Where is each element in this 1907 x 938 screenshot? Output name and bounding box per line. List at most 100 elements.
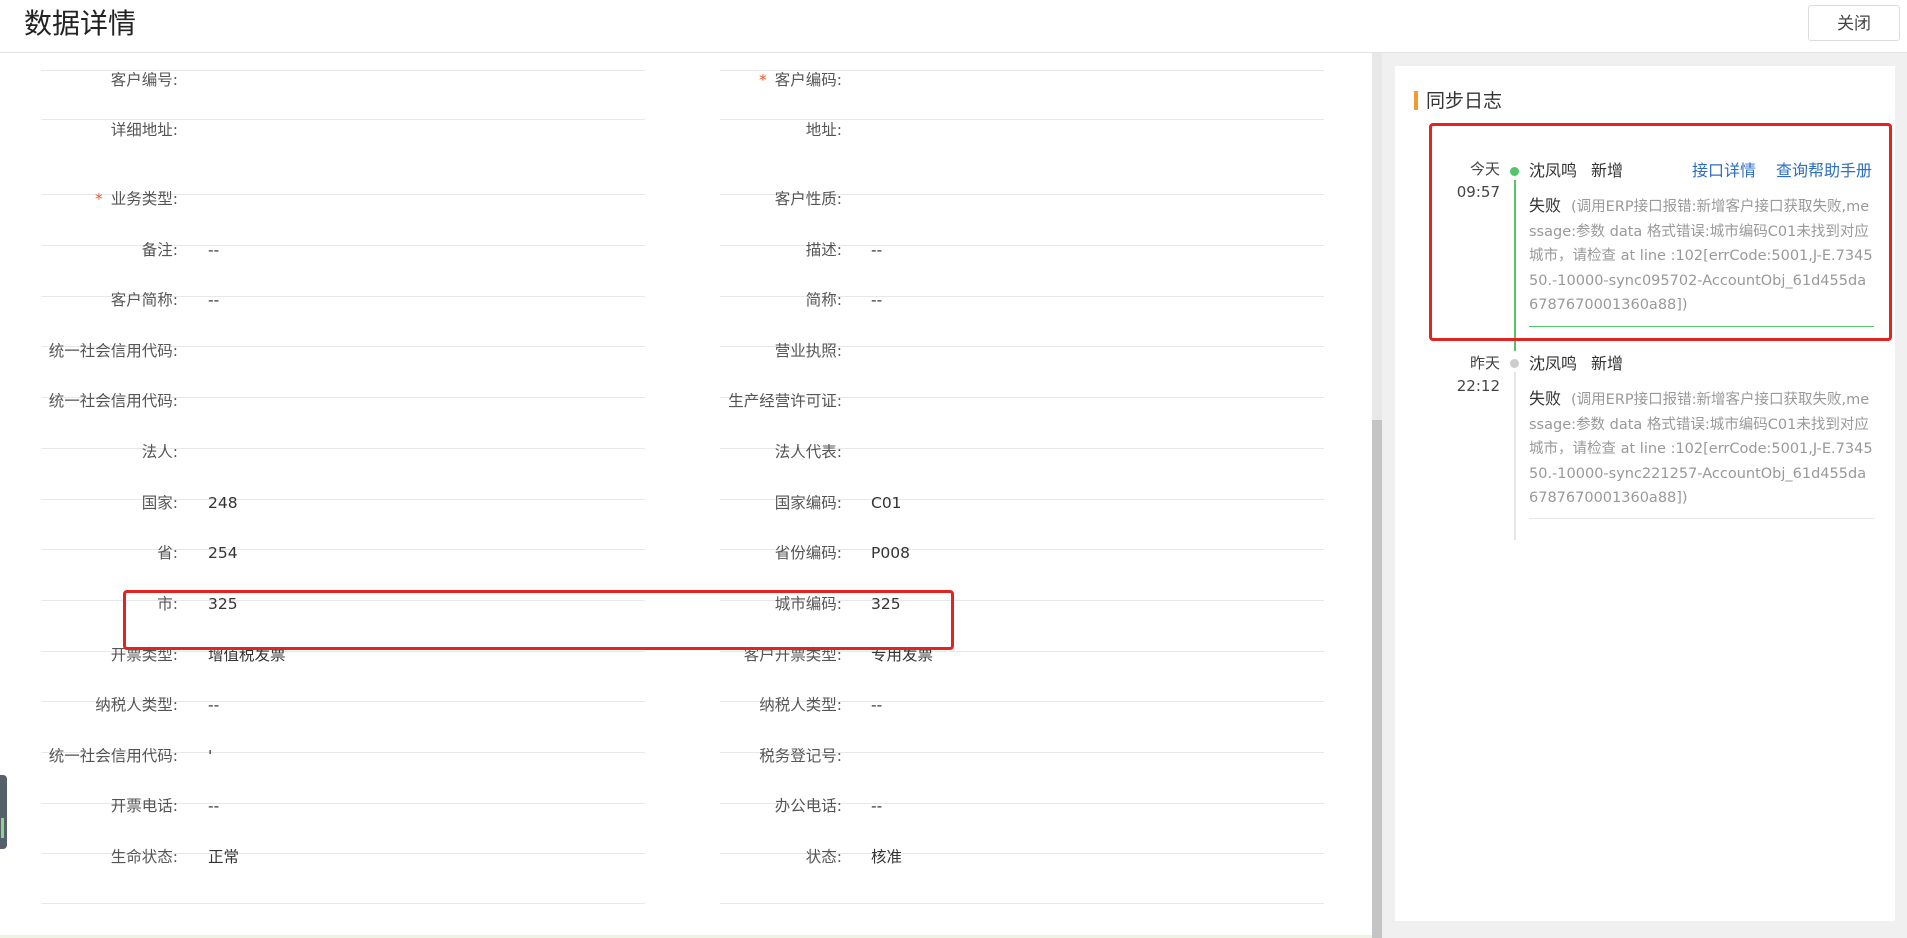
row-divider [41, 903, 645, 904]
row-divider [41, 549, 645, 550]
field-label: 城市编码: [775, 594, 842, 614]
field-label-text: 法人代表: [774, 443, 842, 461]
field-value: ' [208, 747, 213, 765]
field-label: 统一社会信用代码: [49, 391, 178, 411]
field-label: 简称: [806, 290, 842, 310]
status-dot-icon [1510, 359, 1519, 368]
field-label: 省: [157, 543, 178, 563]
field-label: 纳税人类型: [95, 695, 178, 715]
field-label: 市: [157, 594, 178, 614]
log-entry-user: 沈凤鸣 [1529, 161, 1578, 180]
sync-log-title: 同步日志 [1426, 90, 1503, 112]
field-label: 国家编码: [775, 493, 842, 513]
field-label-text: 客户开票类型: [743, 646, 842, 664]
page-header: 数据详情 关闭 [0, 0, 1907, 53]
field-label: 营业执照: [775, 341, 842, 361]
timeline-line [1514, 372, 1516, 540]
field-value: 核准 [871, 848, 903, 866]
field-value: -- [871, 696, 883, 714]
row-divider [41, 499, 645, 500]
field-label: 生命状态: [111, 847, 178, 867]
row-divider [41, 448, 645, 449]
row-divider [41, 70, 645, 71]
timeline-line [1514, 180, 1516, 351]
field-value: -- [871, 797, 883, 815]
field-label-text: 省份编码: [774, 544, 842, 562]
field-label: 办公电话: [775, 796, 842, 816]
field-value: -- [871, 241, 883, 259]
page-title: 数据详情 [24, 7, 137, 40]
log-entry-message: 失败 (调用ERP接口报错:新增客户接口获取失败,message:参数 data … [1529, 194, 1874, 318]
field-value: P008 [871, 544, 910, 562]
field-value: 248 [208, 494, 238, 512]
status-dot-icon [1510, 167, 1519, 176]
close-button[interactable]: 关闭 [1808, 5, 1900, 41]
indicator-icon [1, 818, 4, 838]
log-entry-detail: (调用ERP接口报错:新增客户接口获取失败,message:参数 data 格式… [1529, 199, 1873, 313]
field-label-text: 备注: [141, 241, 178, 259]
field-value: 增值税发票 [208, 646, 286, 664]
field-label-text: 状态: [805, 848, 842, 866]
field-label-text: 简称: [805, 291, 842, 309]
field-label: 开票电话: [111, 796, 178, 816]
required-marker: * [759, 71, 767, 89]
field-label: * 客户编码: [759, 70, 842, 90]
field-value: C01 [871, 494, 902, 512]
field-label: 地址: [806, 120, 842, 140]
field-label: 省份编码: [775, 543, 842, 563]
field-label-text: 国家: [141, 494, 178, 512]
field-label: * 业务类型: [95, 189, 178, 209]
field-label-text: 统一社会信用代码: [48, 342, 178, 360]
field-label-text: 开票类型: [110, 646, 178, 664]
log-entry-status: 失败 [1529, 196, 1562, 215]
scrollbar-thumb[interactable] [1372, 420, 1382, 938]
field-label-text: 法人: [141, 443, 178, 461]
field-label: 状态: [806, 847, 842, 867]
help-manual-link[interactable]: 查询帮助手册 [1776, 160, 1872, 182]
field-label-text: 统一社会信用代码: [48, 392, 178, 410]
field-label: 客户开票类型: [744, 645, 842, 665]
field-value: -- [871, 291, 883, 309]
field-label: 法人: [142, 442, 178, 462]
field-label: 备注: [142, 240, 178, 260]
field-label: 税务登记号: [759, 746, 842, 766]
field-label: 统一社会信用代码: [49, 341, 178, 361]
field-label: 详细地址: [111, 120, 178, 140]
field-value: -- [208, 797, 220, 815]
field-label-text: 客户编码: [774, 71, 842, 89]
field-label-text: 营业执照: [774, 342, 842, 360]
field-label-text: 客户编号: [110, 71, 178, 89]
field-value: 正常 [208, 848, 240, 866]
section-accent-bar [1414, 91, 1418, 110]
field-label-text: 地址: [805, 121, 842, 139]
log-entry-action: 新增 [1591, 354, 1624, 373]
field-value: -- [208, 291, 220, 309]
field-label: 生产经营许可证: [728, 391, 842, 411]
field-label-text: 城市编码: [774, 595, 842, 613]
detail-form: 客户编号: * 客户编码: 详细地址: 地址: * 业务类型: 客户性质: 备注: -- 描述: --… [0, 53, 1372, 938]
field-label-text: 客户性质: [774, 190, 842, 208]
field-label-text: 客户简称: [110, 291, 178, 309]
row-divider [720, 903, 1324, 904]
field-label: 法人代表: [775, 442, 842, 462]
field-value: 325 [871, 595, 901, 613]
interface-detail-link[interactable]: 接口详情 [1692, 160, 1756, 182]
log-entry-detail: (调用ERP接口报错:新增客户接口获取失败,message:参数 data 格式… [1529, 392, 1873, 506]
field-label-text: 详细地址: [110, 121, 178, 139]
log-entry-day: 昨天 [1469, 354, 1500, 372]
log-entry-divider [1529, 518, 1874, 519]
field-label-text: 开票电话: [110, 797, 178, 815]
field-value: 325 [208, 595, 238, 613]
field-label: 客户简称: [111, 290, 178, 310]
log-entry-user: 沈凤鸣 [1529, 354, 1578, 373]
field-label-text: 生产经营许可证: [728, 392, 842, 410]
field-label-text: 国家编码: [774, 494, 842, 512]
field-label-text: 描述: [805, 241, 842, 259]
required-marker: * [95, 190, 103, 208]
field-label: 描述: [806, 240, 842, 260]
field-label-text: 生命状态: [110, 848, 178, 866]
row-divider [41, 600, 645, 601]
log-entry-day: 今天 [1469, 160, 1500, 178]
field-value: -- [208, 241, 220, 259]
log-entry-action: 新增 [1591, 161, 1624, 180]
